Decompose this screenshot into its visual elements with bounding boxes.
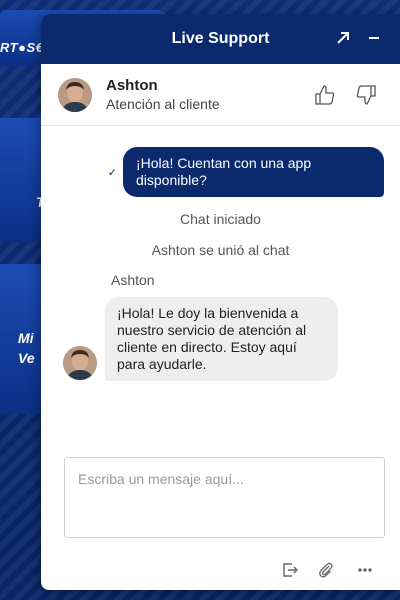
live-support-widget: Live Support Ashton Atención al cliente <box>41 14 400 590</box>
agent-avatar <box>58 77 92 112</box>
background-banner-text: RT●S€ <box>0 40 44 55</box>
end-chat-icon[interactable] <box>279 559 301 581</box>
incoming-sender-name: Ashton <box>111 272 155 288</box>
thumbs-down-icon[interactable] <box>355 84 377 106</box>
popout-arrow-icon[interactable] <box>332 27 354 49</box>
incoming-bubble: ¡Hola! Le doy la bienvenida a nuestro se… <box>105 297 338 381</box>
sent-check-icon: ✓ <box>107 166 117 179</box>
incoming-message: ¡Hola! Le doy la bienvenida a nuestro se… <box>63 297 338 381</box>
message-input[interactable] <box>64 457 385 538</box>
message-list[interactable]: ✓ ¡Hola! Cuentan con una app disponible?… <box>41 126 400 464</box>
agent-bar: Ashton Atención al cliente <box>41 64 400 126</box>
minimize-icon[interactable] <box>363 27 385 49</box>
agent-role: Atención al cliente <box>106 96 220 112</box>
outgoing-message: ✓ ¡Hola! Cuentan con una app disponible? <box>108 147 384 197</box>
agent-avatar <box>63 346 97 380</box>
background-card-line: Ve <box>18 350 35 366</box>
system-message: Ashton se unió al chat <box>151 242 290 258</box>
widget-title: Live Support <box>171 30 270 47</box>
thumbs-up-icon[interactable] <box>314 84 336 106</box>
widget-header: Live Support <box>41 14 400 64</box>
system-message: Chat iniciado <box>180 211 261 227</box>
more-options-icon[interactable] <box>354 559 376 581</box>
background-card-line: Mi <box>18 330 34 346</box>
outgoing-bubble: ¡Hola! Cuentan con una app disponible? <box>123 147 384 197</box>
composer-toolbar <box>41 559 400 581</box>
agent-info: Ashton Atención al cliente <box>106 77 220 112</box>
agent-name: Ashton <box>106 77 158 94</box>
paperclip-icon[interactable] <box>315 559 337 581</box>
background-card-text: Mi Ve <box>18 328 35 368</box>
